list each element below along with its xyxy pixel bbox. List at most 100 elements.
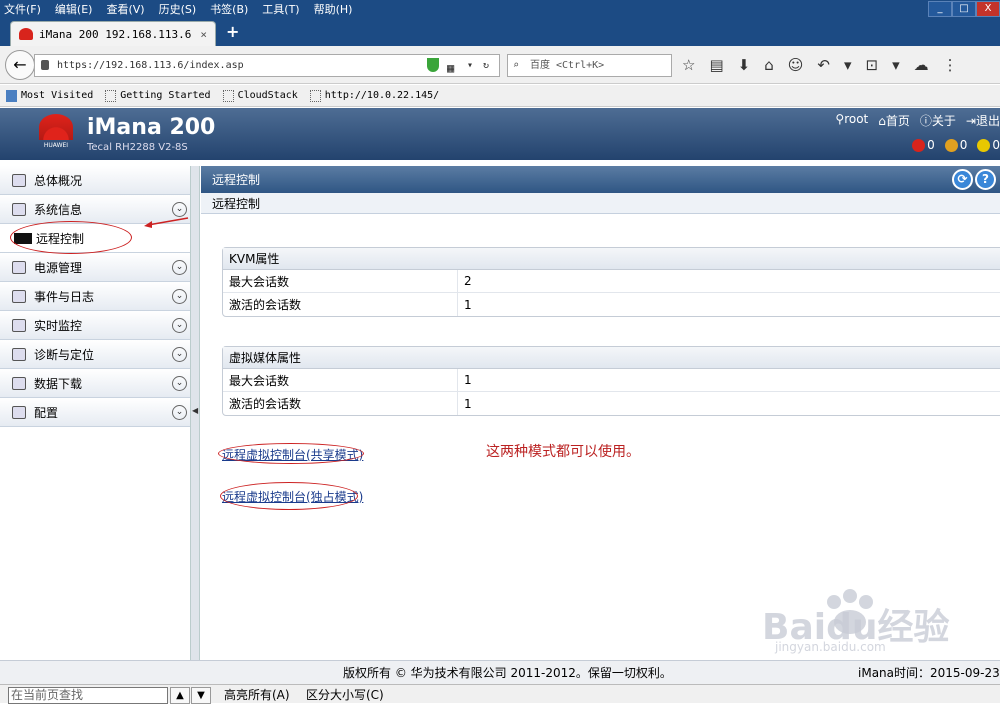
major-alert[interactable]: 0 <box>944 138 967 152</box>
home-icon[interactable]: ⌂ <box>764 56 774 74</box>
sidebar-item-events-logs[interactable]: 事件与日志 ⌄ <box>0 282 190 311</box>
home-link[interactable]: ⌂首页 <box>878 112 910 129</box>
undo-dropdown-icon[interactable]: ▾ <box>844 56 852 74</box>
page-icon <box>309 89 321 102</box>
tab-bar: iMana 200 192.168.113.6 × + <box>0 18 1000 46</box>
menu-help[interactable]: 帮助(H) <box>314 1 353 17</box>
browser-tab[interactable]: iMana 200 192.168.113.6 × <box>10 21 216 46</box>
monitor-icon <box>12 318 26 332</box>
chevron-down-icon[interactable]: ⌄ <box>172 260 187 275</box>
copyright-text: 版权所有 © 华为技术有限公司 2011-2012。保留一切权利。 <box>343 666 672 680</box>
chevron-down-icon[interactable]: ⌄ <box>172 289 187 304</box>
chevron-down-icon[interactable]: ⌄ <box>172 376 187 391</box>
menu-file[interactable]: 文件(F) <box>4 1 41 17</box>
system-time: iMana时间：2015-09-23 20 <box>858 666 1000 680</box>
highlight-all-option[interactable]: 高亮所有(A) <box>224 686 290 703</box>
maximize-button[interactable]: □ <box>952 1 976 17</box>
menu-edit[interactable]: 编辑(E) <box>55 1 93 17</box>
app-subtitle: Tecal RH2288 V2-8S <box>87 142 188 153</box>
find-next-button[interactable]: ▼ <box>191 687 211 704</box>
sidebar-splitter[interactable]: ◀ <box>190 166 200 660</box>
chevron-down-icon[interactable]: ⌄ <box>172 405 187 420</box>
find-input[interactable]: 在当前页查找 <box>8 687 168 704</box>
about-link[interactable]: ⓘ关于 <box>920 112 956 129</box>
info-icon: ⓘ <box>919 114 932 128</box>
back-button[interactable]: ← <box>5 50 35 80</box>
bookmark-getting-started[interactable]: Getting Started <box>105 89 211 102</box>
menu-history[interactable]: 历史(S) <box>159 1 197 17</box>
sidebar-item-monitor[interactable]: 实时监控 ⌄ <box>0 311 190 340</box>
user-bar: ⚲root ⌂首页 ⓘ关于 ⇥退出 <box>835 112 1000 129</box>
crop-icon[interactable]: ⊡ <box>866 56 879 74</box>
kvm-properties-panel: KVM属性 最大会话数 2 激活的会话数 1 <box>222 247 1000 317</box>
reload-icon[interactable]: ↻ <box>483 55 489 76</box>
undo-icon[interactable]: ↶ <box>817 56 830 74</box>
url-dropdown-icon[interactable]: ▾ <box>467 55 473 76</box>
logout-link[interactable]: ⇥退出 <box>966 112 1000 129</box>
menu-view[interactable]: 查看(V) <box>106 1 144 17</box>
bookmark-star-icon[interactable]: ☆ <box>682 56 695 74</box>
tab-close-icon[interactable]: × <box>200 28 207 41</box>
panel-title: 虚拟媒体属性 <box>223 347 1000 369</box>
diagnose-icon <box>12 347 26 361</box>
qr-code-icon[interactable]: ▦ <box>447 58 454 79</box>
comment-icon[interactable]: ☁ <box>914 56 929 74</box>
sidebar-item-config[interactable]: 配置 ⌄ <box>0 398 190 427</box>
chevron-down-icon[interactable]: ⌄ <box>172 347 187 362</box>
sidebar-item-download[interactable]: 数据下载 ⌄ <box>0 369 190 398</box>
power-icon <box>12 260 26 274</box>
reading-list-icon[interactable]: ▤ <box>709 56 723 74</box>
menu-tools[interactable]: 工具(T) <box>262 1 299 17</box>
chevron-down-icon[interactable]: ⌄ <box>172 318 187 333</box>
property-value: 1 <box>464 396 472 411</box>
refresh-button[interactable]: ⟳ <box>952 169 973 190</box>
main-content: 远程控制 ⟳ ? 远程控制 KVM属性 最大会话数 2 激活的会话数 1 虚拟媒… <box>201 166 1000 660</box>
tab-title: iMana 200 192.168.113.6 <box>39 27 192 41</box>
menu-bookmarks[interactable]: 书签(B) <box>210 1 248 17</box>
minimize-button[interactable]: _ <box>928 1 952 17</box>
new-tab-button[interactable]: + <box>226 22 239 41</box>
sidebar-item-diagnose[interactable]: 诊断与定位 ⌄ <box>0 340 190 369</box>
menu-grip-icon[interactable]: ⋮ <box>943 56 958 74</box>
property-key: 激活的会话数 <box>223 293 458 316</box>
chevron-down-icon[interactable]: ⌄ <box>172 202 187 217</box>
bookmarks-folder-icon <box>6 89 17 102</box>
url-bar[interactable]: https://192.168.113.6/index.asp ▦ ▾ ↻ <box>34 54 500 77</box>
match-case-option[interactable]: 区分大小写(C) <box>306 686 384 703</box>
overview-icon <box>12 173 26 187</box>
help-button[interactable]: ? <box>975 169 996 190</box>
crop-dropdown-icon[interactable]: ▾ <box>892 56 900 74</box>
search-placeholder: 百度 <Ctrl+K> <box>530 60 605 71</box>
search-box[interactable]: ⌕ 百度 <Ctrl+K> <box>507 54 672 77</box>
major-alert-icon <box>944 139 958 152</box>
app-header: HUAWEI iMana 200 Tecal RH2288 V2-8S ⚲roo… <box>0 108 1000 160</box>
find-bar: 在当前页查找 ▲ ▼ 高亮所有(A) 区分大小写(C) <box>0 684 1000 704</box>
minor-alert[interactable]: 0 <box>977 138 1000 152</box>
table-row: 最大会话数 2 <box>223 270 1000 293</box>
chat-icon[interactable]: ☺ <box>788 56 804 74</box>
log-icon <box>12 289 26 303</box>
collapse-arrow-icon[interactable]: ◀ <box>192 406 198 415</box>
page-footer: 版权所有 © 华为技术有限公司 2011-2012。保留一切权利。 iMana时… <box>0 660 1000 684</box>
property-value: 1 <box>464 373 472 387</box>
download-arrow-icon[interactable]: ⬇ <box>738 56 751 74</box>
sidebar-item-overview[interactable]: 总体概况 <box>0 166 190 195</box>
window-controls: _ □ X <box>928 1 1000 17</box>
annotation-note: 这两种模式都可以使用。 <box>486 444 640 460</box>
critical-alert[interactable]: 0 <box>912 138 935 152</box>
system-info-icon <box>12 202 26 216</box>
browser-menubar: 文件(F) 编辑(E) 查看(V) 历史(S) 书签(B) 工具(T) 帮助(H… <box>0 0 1000 18</box>
user-link[interactable]: ⚲root <box>835 112 868 129</box>
virtual-media-panel: 虚拟媒体属性 最大会话数 1 激活的会话数 1 <box>222 346 1000 416</box>
bookmark-url[interactable]: http://10.0.22.145/ <box>309 89 439 102</box>
content-title: 远程控制 <box>212 173 261 187</box>
page-icon <box>222 89 234 102</box>
alert-counters: 0 0 0 <box>912 138 1000 152</box>
bookmark-most-visited[interactable]: Most Visited <box>6 89 93 102</box>
shield-icon[interactable] <box>427 58 439 72</box>
sidebar-item-power[interactable]: 电源管理 ⌄ <box>0 253 190 282</box>
lock-icon <box>41 60 49 70</box>
bookmark-cloudstack[interactable]: CloudStack <box>222 89 298 102</box>
find-previous-button[interactable]: ▲ <box>170 687 190 704</box>
close-window-button[interactable]: X <box>976 1 1000 17</box>
